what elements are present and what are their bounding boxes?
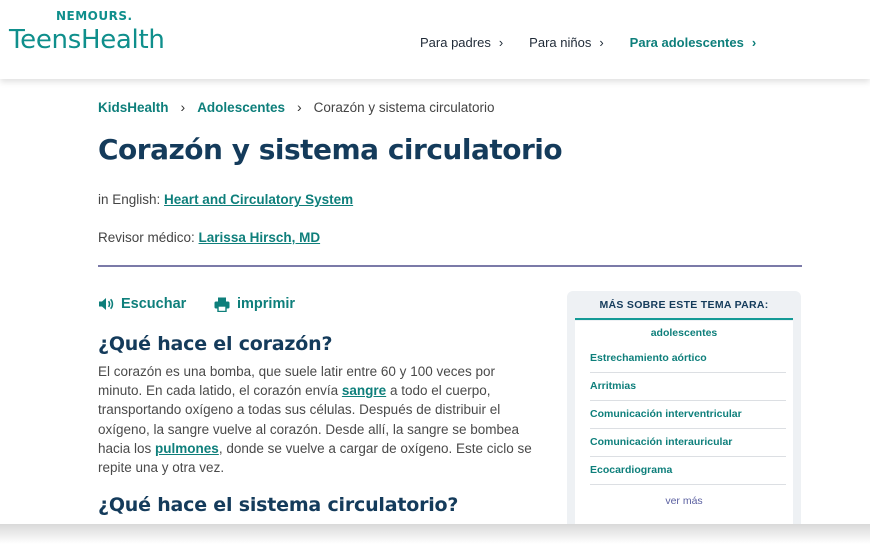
logo-teenshealth[interactable]: TeensHealth [9,25,165,55]
reviewer-link[interactable]: Larissa Hirsch, MD [199,230,321,245]
chevron-right-icon: › [599,35,604,50]
page-title: Corazón y sistema circulatorio [98,133,563,166]
related-link[interactable]: Comunicación interauricular [590,429,786,457]
nav-label: Para padres [420,35,491,50]
sidebar-header: MÁS SOBRE ESTE TEMA PARA: [575,291,793,320]
nav-para-padres[interactable]: Para padres › [420,35,503,50]
related-link[interactable]: Comunicación interventricular [590,401,786,429]
chevron-right-icon: › [751,35,757,50]
nav-label: Para adolescentes [629,35,744,50]
sidebar-card: adolescentes Estrechamiento aórtico Arri… [575,321,793,524]
english-version-link[interactable]: Heart and Circulatory System [164,192,353,207]
reviewer-line: Revisor médico: Larissa Hirsch, MD [98,230,320,245]
bottom-shadow [0,524,870,557]
logo-nemours[interactable]: NEMOURS. [56,9,133,23]
breadcrumb-adolescentes[interactable]: Adolescentes [197,100,285,115]
related-topics-sidebar: MÁS SOBRE ESTE TEMA PARA: adolescentes E… [567,291,801,524]
chevron-right-icon: › [498,35,504,50]
breadcrumb-kidshealth[interactable]: KidsHealth [98,100,169,115]
page-frame: NEMOURS. TeensHealth Para padres › Para … [0,0,870,524]
listen-label: Escuchar [121,296,187,312]
printer-icon [214,297,230,312]
sidebar-audience: adolescentes [650,327,718,339]
nav-para-ninos[interactable]: Para niños › [529,35,604,50]
english-version-line: in English: Heart and Circulatory System [98,192,353,207]
english-prefix: in English: [98,192,165,207]
breadcrumb: KidsHealth › Adolescentes › Corazón y si… [98,99,494,115]
listen-button[interactable]: Escuchar [98,296,186,312]
see-more-link[interactable]: ver más [575,495,793,507]
related-link[interactable]: Arritmias [590,373,786,401]
site-header: NEMOURS. TeensHealth Para padres › Para … [0,0,870,79]
breadcrumb-current: Corazón y sistema circulatorio [313,99,495,115]
print-button[interactable]: imprimir [214,296,295,312]
audience-nav: Para padres › Para niños › Para adolesce… [420,35,782,50]
related-link[interactable]: Ecocardiograma [590,457,786,485]
chevron-right-icon: › [296,99,302,115]
section-paragraph: El corazón es una bomba, que suele latir… [98,362,538,477]
nav-label: Para niños [529,35,592,50]
speaker-icon [99,298,114,310]
link-sangre[interactable]: sangre [342,383,386,398]
link-pulmones[interactable]: pulmones [155,441,219,456]
section-heading-corazon: ¿Qué hace el corazón? [98,333,333,355]
divider [98,265,802,267]
related-link[interactable]: Estrechamiento aórtico [590,345,786,373]
section-heading-sistema: ¿Qué hace el sistema circulatorio? [98,494,459,516]
reviewer-prefix: Revisor médico: [98,230,199,245]
print-label: imprimir [237,296,296,312]
chevron-right-icon: › [180,99,186,115]
nav-para-adolescentes[interactable]: Para adolescentes › [630,35,757,50]
